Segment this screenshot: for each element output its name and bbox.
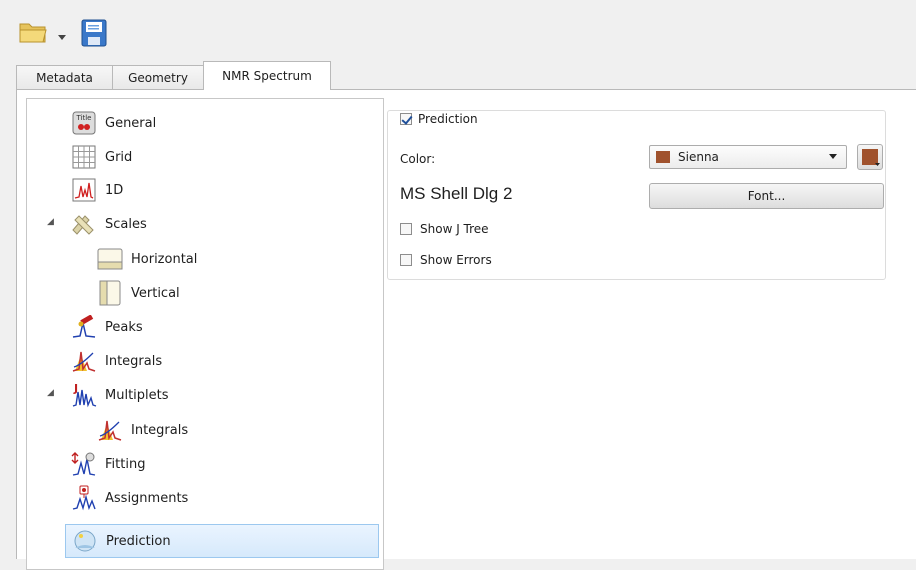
tab-nmr-spectrum[interactable]: NMR Spectrum xyxy=(203,61,331,90)
tree-item-label: Multiplets xyxy=(105,387,169,403)
toolbar xyxy=(0,0,916,62)
settings-tree: Title General Grid 1D ◢ Scales Horizonta… xyxy=(26,98,384,570)
tree-item-prediction[interactable]: Prediction xyxy=(65,524,379,558)
tree-item-label: Assignments xyxy=(105,490,189,506)
collapse-arrow-icon[interactable]: ◢ xyxy=(47,388,54,398)
grid-icon xyxy=(71,144,97,170)
tree-item-1d[interactable]: 1D xyxy=(71,176,123,204)
tree-item-label: 1D xyxy=(105,182,124,198)
chevron-down-icon xyxy=(58,35,66,40)
show-errors-option[interactable]: Show Errors xyxy=(400,253,492,267)
tree-item-label: Integrals xyxy=(131,422,189,438)
font-button[interactable]: Font... xyxy=(649,183,884,209)
tree-item-fitting[interactable]: Fitting xyxy=(71,450,145,478)
prediction-group-header: Prediction xyxy=(396,112,482,126)
tree-item-label: Integrals xyxy=(105,353,163,369)
tree-item-label: Horizontal xyxy=(131,251,198,267)
color-combobox[interactable]: Sienna xyxy=(649,145,847,169)
chevron-down-icon xyxy=(829,154,837,159)
tree-item-label: Peaks xyxy=(105,319,143,335)
integrals-icon xyxy=(97,417,123,443)
show-errors-checkbox[interactable] xyxy=(400,254,412,266)
tree-item-vertical[interactable]: Vertical xyxy=(97,279,180,307)
prediction-checkbox[interactable] xyxy=(400,113,412,125)
show-j-tree-checkbox[interactable] xyxy=(400,223,412,235)
spectrum-1d-icon xyxy=(71,177,97,203)
open-folder-button[interactable] xyxy=(18,20,48,48)
tree-item-peaks[interactable]: Peaks xyxy=(71,313,143,341)
tree-item-scales[interactable]: Scales xyxy=(71,210,147,238)
peaks-icon xyxy=(71,314,97,340)
color-label: Color: xyxy=(400,152,436,166)
font-name-preview: MS Shell Dlg 2 xyxy=(400,184,513,203)
tree-item-label: Fitting xyxy=(105,456,146,472)
fitting-icon xyxy=(71,451,97,477)
tree-item-label: General xyxy=(105,115,157,131)
tree-item-assignments[interactable]: Assignments xyxy=(71,484,188,512)
save-icon xyxy=(81,19,107,47)
prediction-icon xyxy=(72,528,98,554)
tree-item-integrals[interactable]: Integrals xyxy=(71,347,162,375)
show-j-tree-option[interactable]: Show J Tree xyxy=(400,222,489,236)
tree-item-multiplet-integrals[interactable]: Integrals xyxy=(97,416,188,444)
svg-text:Title: Title xyxy=(75,114,91,122)
tree-item-label: Vertical xyxy=(131,285,180,301)
tab-bar: Metadata Geometry NMR Spectrum xyxy=(16,61,916,90)
collapse-arrow-icon[interactable]: ◢ xyxy=(47,217,54,227)
tab-metadata[interactable]: Metadata xyxy=(16,65,113,90)
tree-item-label: Scales xyxy=(105,216,147,232)
title-icon: Title xyxy=(71,110,97,136)
open-dropdown-button[interactable] xyxy=(58,30,67,45)
save-button[interactable] xyxy=(81,19,107,51)
tree-item-multiplets[interactable]: J Multiplets xyxy=(71,381,169,409)
tree-item-general[interactable]: Title General xyxy=(71,109,156,137)
vertical-scale-icon xyxy=(97,280,123,306)
assignments-icon xyxy=(71,485,97,511)
color-value: Sienna xyxy=(678,150,719,164)
show-j-tree-label: Show J Tree xyxy=(420,222,489,236)
tree-item-grid[interactable]: Grid xyxy=(71,143,132,171)
tree-item-horizontal[interactable]: Horizontal xyxy=(97,245,197,273)
color-picker-button[interactable] xyxy=(857,144,883,170)
horizontal-scale-icon xyxy=(97,246,123,272)
tree-item-label: Prediction xyxy=(106,533,171,549)
tree-item-label: Grid xyxy=(105,149,133,165)
folder-icon xyxy=(19,23,47,43)
prediction-group-title: Prediction xyxy=(418,112,478,126)
tab-geometry[interactable]: Geometry xyxy=(112,65,204,90)
multiplets-icon: J xyxy=(71,382,97,408)
show-errors-label: Show Errors xyxy=(420,253,492,267)
chevron-down-icon xyxy=(875,163,880,166)
color-swatch xyxy=(656,151,670,163)
integrals-icon xyxy=(71,348,97,374)
scales-icon xyxy=(71,211,97,237)
